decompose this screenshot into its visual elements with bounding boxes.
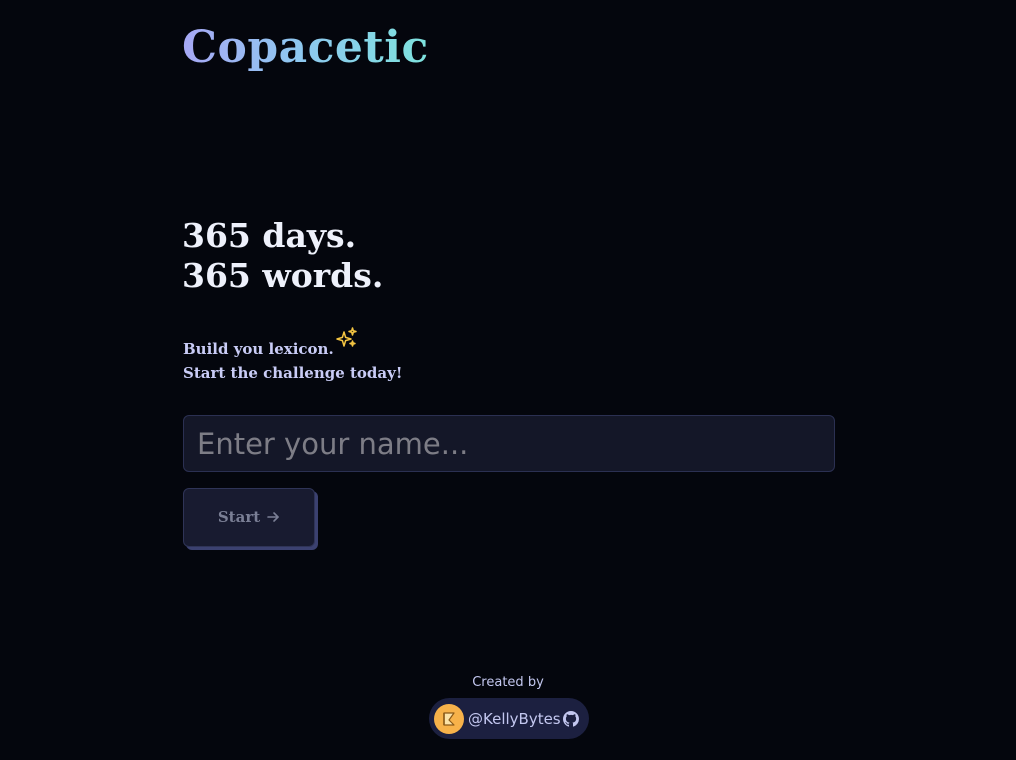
app-logo: Copacetic xyxy=(182,20,429,76)
headline-line-days: 365 days. xyxy=(182,216,357,255)
hero-tagline: Build you lexicon. Start the challenge t… xyxy=(183,327,403,385)
tagline-row-1: Build you lexicon. xyxy=(183,327,402,361)
tagline-line-lexicon: Build you lexicon. xyxy=(183,340,334,358)
start-button[interactable]: Start xyxy=(183,488,315,547)
created-by-label: Created by xyxy=(472,675,544,690)
author-link[interactable]: @KellyBytes xyxy=(429,698,589,739)
hero-headline: 365 days. 365 words. xyxy=(182,216,383,296)
sparkles-icon xyxy=(335,327,357,347)
github-icon xyxy=(562,710,579,727)
author-handle: @KellyBytes xyxy=(468,709,561,728)
name-input[interactable] xyxy=(183,415,835,472)
arrow-right-icon xyxy=(267,511,279,522)
tagline-line-challenge: Start the challenge today! xyxy=(183,364,403,382)
start-button-label: Start xyxy=(217,507,261,526)
headline-line-words: 365 words. xyxy=(182,256,384,295)
footer: Created by @KellyBytes xyxy=(0,674,1016,739)
avatar-icon xyxy=(434,703,464,734)
